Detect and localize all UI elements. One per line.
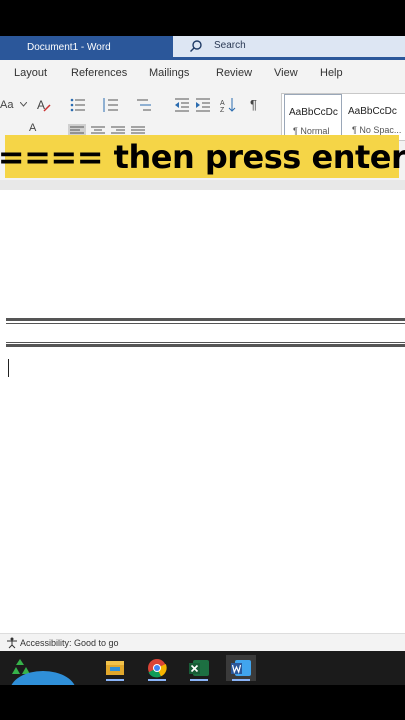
running-indicator — [232, 679, 250, 681]
tab-review[interactable]: Review — [216, 67, 252, 79]
text-cursor — [8, 359, 9, 377]
horizontal-rule-bottom — [6, 344, 405, 347]
running-indicator — [106, 679, 124, 681]
chrome-icon — [148, 659, 167, 678]
word-icon — [231, 660, 251, 676]
ruler — [0, 180, 405, 190]
show-paragraph-marks-button[interactable]: ¶ — [250, 97, 257, 112]
style-sample: AaBbCcDc — [348, 106, 397, 117]
caption-text: ==== then press enter — [0, 137, 405, 176]
style-normal[interactable]: AaBbCcDc ¶ Normal — [284, 94, 342, 138]
excel-icon — [189, 660, 209, 676]
ribbon-tabs: Layout References Mailings Review View H… — [0, 60, 405, 88]
increase-indent-icon[interactable] — [195, 97, 211, 113]
folder-icon — [106, 661, 124, 675]
tab-help[interactable]: Help — [320, 67, 343, 79]
svg-text:A: A — [220, 100, 225, 107]
accessibility-icon — [7, 637, 17, 649]
search-box[interactable]: Search — [173, 36, 405, 57]
accessibility-status[interactable]: Accessibility: Good to go — [20, 638, 119, 648]
decrease-indent-icon[interactable] — [174, 97, 190, 113]
running-indicator — [190, 679, 208, 681]
styles-gallery: AaBbCcDc ¶ Normal AaBbCcDc ¶ No Spac... — [281, 93, 405, 141]
status-bar: Accessibility: Good to go — [0, 633, 405, 652]
word-button[interactable] — [226, 655, 256, 681]
running-indicator — [148, 679, 166, 681]
screen: Document1 - Word Search Layout Reference… — [0, 0, 405, 720]
font-color-button[interactable]: A — [29, 122, 36, 134]
style-name: ¶ No Spac... — [352, 125, 402, 135]
clear-formatting-icon[interactable]: A — [36, 97, 52, 113]
title-bar: Document1 - Word Search — [0, 36, 405, 60]
search-icon — [190, 40, 202, 52]
tab-layout[interactable]: Layout — [14, 67, 47, 79]
document-title: Document1 - Word — [27, 42, 111, 53]
change-case-button[interactable]: Aa — [0, 99, 13, 111]
file-explorer-button[interactable] — [100, 655, 130, 681]
chrome-button[interactable] — [142, 655, 172, 681]
bullets-icon[interactable] — [70, 97, 86, 113]
sort-icon[interactable]: A Z — [220, 97, 236, 113]
tab-view[interactable]: View — [274, 67, 298, 79]
chevron-down-icon — [20, 102, 27, 107]
tab-references[interactable]: References — [71, 67, 127, 79]
bottom-bar — [0, 685, 405, 720]
horizontal-rule-top — [6, 318, 405, 321]
multilevel-list-icon[interactable] — [136, 97, 152, 113]
numbering-icon[interactable] — [103, 97, 119, 113]
document-page[interactable] — [0, 190, 405, 633]
search-label: Search — [214, 40, 246, 51]
tab-mailings[interactable]: Mailings — [149, 67, 189, 79]
horizontal-rule-thin — [6, 323, 405, 324]
style-sample: AaBbCcDc — [289, 107, 338, 118]
excel-button[interactable] — [184, 655, 214, 681]
style-no-spacing[interactable]: AaBbCcDc ¶ No Spac... — [344, 94, 402, 138]
svg-text:Z: Z — [220, 107, 225, 113]
caption-banner: ==== then press enter — [0, 135, 405, 178]
svg-text:A: A — [37, 98, 45, 112]
horizontal-rule-thin-lower — [6, 342, 405, 343]
